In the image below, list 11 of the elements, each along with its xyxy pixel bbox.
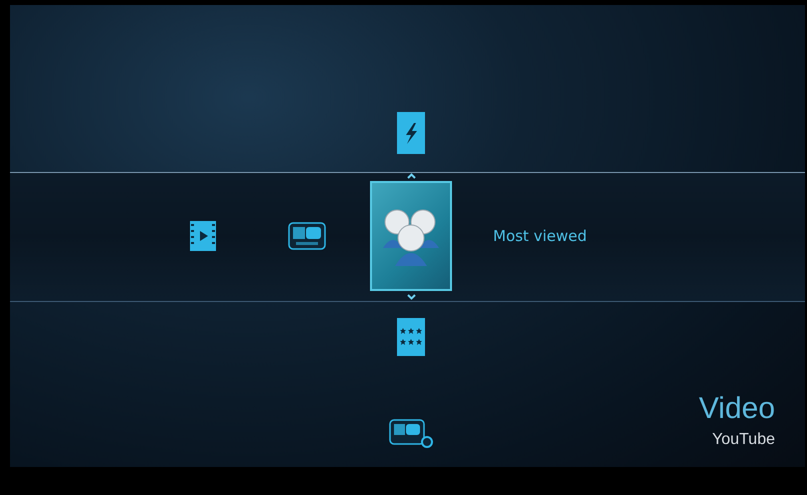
stars-icon[interactable] [397, 318, 425, 356]
section-subtitle: YouTube [712, 430, 775, 448]
video-logo-add-icon[interactable] [389, 419, 433, 449]
down-caret-icon [406, 294, 416, 300]
section-title: Video [698, 392, 775, 426]
menu-item-label: Most viewed [493, 227, 588, 245]
lightning-icon[interactable] [397, 112, 425, 154]
selected-menu-tile[interactable] [370, 181, 452, 291]
up-caret-icon [406, 172, 416, 178]
video-logo-icon[interactable] [288, 222, 326, 250]
film-icon[interactable] [190, 221, 216, 251]
